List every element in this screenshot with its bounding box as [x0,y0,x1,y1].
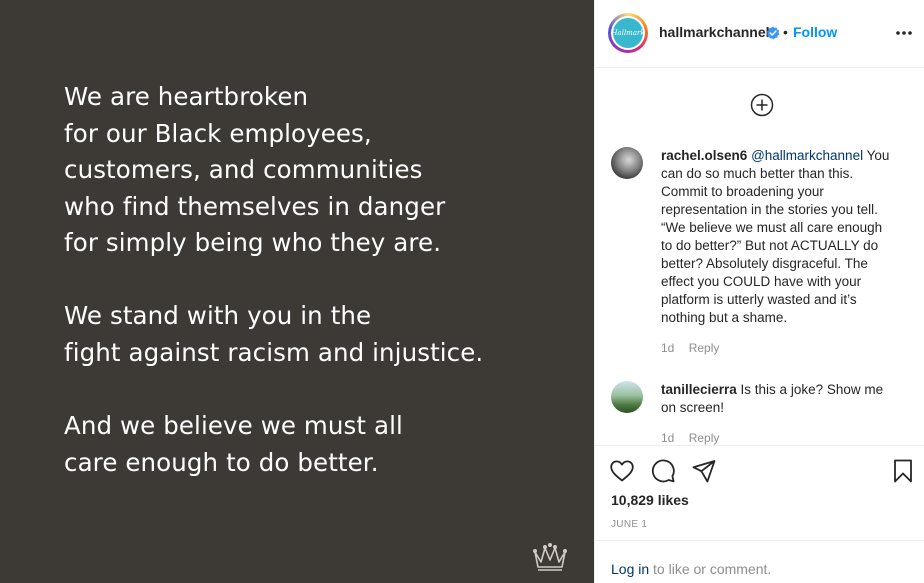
statement-line: for our Black employees, [64,118,372,148]
avatar-inner: Hallmark [611,16,645,50]
statement-line: We stand with you in the [64,301,372,330]
crown-logo-icon [533,543,567,571]
separator-dot: • [783,24,788,40]
comment-age: 1d [661,341,675,355]
comment-meta: 1d Reply [661,341,730,355]
verified-badge-icon [766,26,780,40]
comments-list[interactable]: rachel.olsen6 @hallmarkchannel You can d… [595,69,924,445]
statement-line: who find themselves in danger [64,191,446,221]
post-header: Hallmark hallmarkchannel • Follow [595,0,924,68]
post-actions: 10,829 likes JUNE 1 [595,445,924,540]
statement-line: fight against racism and injustice. [64,337,484,367]
post-sidebar: Hallmark hallmarkchannel • Follow rachel… [594,0,924,583]
comment-text: tanillecierra Is this a joke? Show me on… [661,381,896,417]
profile-avatar[interactable]: Hallmark [608,13,648,53]
comment-username[interactable]: rachel.olsen6 [661,148,747,163]
statement-line: customers, and communities [64,155,423,184]
comment-mention[interactable]: @hallmarkchannel [751,148,863,163]
username-link[interactable]: hallmarkchannel [659,24,770,40]
statement-line: for simply being who they are. [64,228,442,257]
comment-age: 1d [661,431,675,445]
statement-line: And we believe we must all [64,411,403,440]
commenter-avatar[interactable] [611,381,643,413]
statement-paragraph-3: And we believe we must all care enough t… [64,408,403,481]
hallmark-logo: Hallmark [611,18,645,48]
comment-bubble-icon[interactable] [650,458,676,484]
statement-line: We are heartbroken [64,82,309,111]
reply-button[interactable]: Reply [689,341,720,355]
more-options-icon[interactable] [895,24,913,42]
comment-content: You can do so much better than this. Com… [661,148,890,325]
post-image[interactable]: We are heartbroken for our Black employe… [0,0,594,583]
comment-username[interactable]: tanillecierra [661,382,737,397]
reply-button[interactable]: Reply [689,431,720,445]
login-prompt: Log in to like or comment. [595,540,924,583]
comment-meta: 1d Reply [661,431,730,445]
follow-button[interactable]: Follow [793,24,837,40]
share-paper-plane-icon[interactable] [691,458,717,484]
commenter-avatar[interactable] [611,147,643,179]
likes-count[interactable]: 10,829 likes [611,492,689,508]
statement-line: care enough to do better. [64,447,379,477]
comment-text: rachel.olsen6 @hallmarkchannel You can d… [661,147,896,327]
load-more-comments-icon[interactable] [750,93,774,117]
heart-icon[interactable] [609,458,635,484]
login-prompt-text: Log in to like or comment. [611,561,771,577]
post-date: JUNE 1 [611,519,648,530]
statement-paragraph-1: We are heartbroken for our Black employe… [64,79,445,262]
login-suffix: to like or comment. [649,561,772,577]
bookmark-icon[interactable] [890,458,916,484]
login-link[interactable]: Log in [611,561,649,577]
statement-paragraph-2: We stand with you in the fight against r… [64,298,483,371]
